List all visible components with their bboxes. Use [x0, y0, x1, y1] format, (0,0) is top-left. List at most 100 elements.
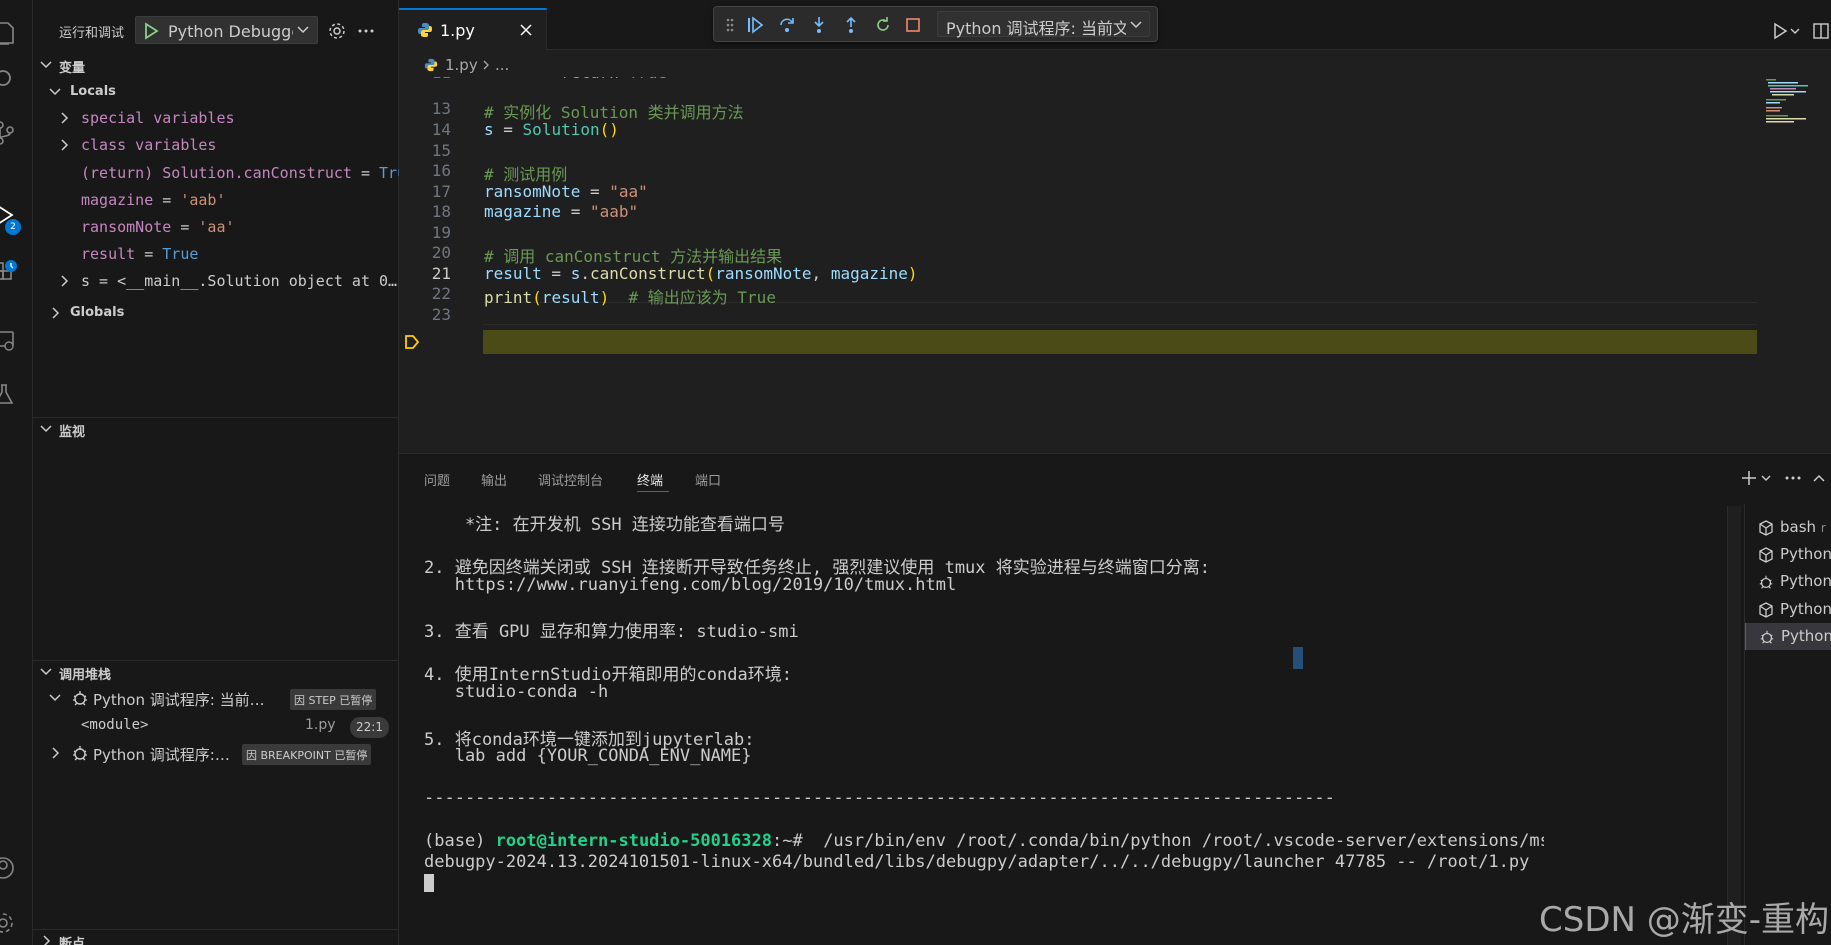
run-debug-icon[interactable]: 2: [0, 199, 33, 235]
open-launch-json-gear-icon[interactable]: [326, 20, 348, 42]
variable-group-special[interactable]: special variables: [33, 105, 399, 132]
code-line: s = Solution(): [484, 120, 619, 139]
terminal-list-item-selected[interactable]: Python: [1745, 623, 1831, 650]
continue-icon[interactable]: [745, 15, 765, 35]
prompt-path: :~#: [772, 831, 803, 851]
tab-label: 1.py: [440, 21, 475, 40]
chevron-down-icon[interactable]: [1788, 20, 1802, 42]
tab-1-py[interactable]: 1.py: [399, 8, 547, 50]
status-text: 因 BREAKPOINT 已暂停: [246, 749, 368, 762]
terminal-name: Python: [1780, 572, 1831, 590]
drag-handle-icon[interactable]: [720, 15, 740, 35]
tab-ports[interactable]: 端口: [695, 470, 721, 489]
variable-value: 'aab': [180, 191, 226, 209]
search-icon[interactable]: [0, 63, 33, 97]
locals-scope[interactable]: Locals: [33, 81, 399, 103]
chevron-down-icon: [40, 425, 52, 433]
terminal-icon: [1759, 547, 1773, 563]
debug-toolbar-header: 运行和调试 Python Debugger: [33, 10, 399, 50]
variable-return-value[interactable]: (return) Solution.canConstruct = True: [33, 160, 399, 187]
testing-icon[interactable]: [0, 378, 33, 412]
frame-position-badge: 22:1: [350, 717, 389, 738]
accounts-icon[interactable]: [0, 851, 33, 885]
step-out-icon[interactable]: [841, 15, 861, 35]
more-actions-icon[interactable]: [355, 20, 377, 42]
line-number: 21: [431, 264, 451, 283]
watch-section-label: 监视: [59, 425, 86, 440]
tab-debug-console[interactable]: 调试控制台: [538, 470, 603, 489]
variable-name: magazine: [81, 191, 154, 209]
new-terminal-icon[interactable]: [1740, 468, 1758, 488]
tab-terminal[interactable]: 终端: [637, 470, 663, 489]
step-over-icon[interactable]: [777, 15, 797, 35]
python-file-icon: [424, 58, 438, 72]
terminal-line: https://www.ruanyifeng.com/blog/2019/10/…: [424, 575, 957, 595]
variable-name: (return) Solution.canConstruct: [81, 164, 352, 182]
chevron-down-icon: [40, 61, 52, 69]
terminal-scrollbar[interactable]: [1727, 506, 1741, 945]
terminal-line: *注: 在开发机 SSH 连接功能查看端口号: [424, 515, 785, 535]
terminal-list: bash r Python Python Python Python: [1744, 504, 1831, 945]
terminal[interactable]: *注: 在开发机 SSH 连接功能查看端口号 2. 避免因终端关闭或 SSH 连…: [424, 506, 1544, 945]
globals-scope[interactable]: Globals: [33, 302, 399, 324]
breadcrumb-file[interactable]: 1.py: [445, 56, 478, 74]
call-stack-section-header[interactable]: 调用堆栈: [33, 660, 399, 683]
more-actions-icon[interactable]: [1784, 468, 1802, 488]
line-number: 17: [431, 182, 451, 201]
variable-name: s: [81, 272, 91, 290]
variable-result[interactable]: result = True: [33, 241, 399, 268]
split-editor-icon[interactable]: [1810, 20, 1831, 42]
terminal-name: Python: [1780, 600, 1831, 618]
chevron-right-icon: [43, 935, 51, 945]
code-editor[interactable]: 11 return True 13 # 实例化 Solution 类并调用方法 …: [399, 77, 1831, 453]
chevron-down-icon: [49, 88, 61, 96]
stop-icon[interactable]: [903, 15, 923, 35]
start-debugging-icon[interactable]: [142, 22, 160, 40]
line-number: 15: [431, 141, 451, 160]
watch-section-header[interactable]: 监视: [33, 417, 399, 440]
restart-icon[interactable]: [873, 15, 893, 35]
settings-gear-icon[interactable]: [0, 906, 33, 940]
call-stack-thread[interactable]: Python 调试程序:… 因 BREAKPOINT 已暂停: [33, 740, 399, 767]
explorer-icon[interactable]: [0, 16, 33, 50]
terminal-list-item[interactable]: bash r: [1745, 514, 1831, 541]
run-debug-sidebar: 运行和调试 Python Debugger 变量 Locals special …: [33, 0, 399, 945]
step-into-icon[interactable]: [809, 15, 829, 35]
breadcrumb-symbol[interactable]: ...: [495, 56, 509, 74]
call-stack-frame[interactable]: <module> 1.py 22:1: [33, 713, 399, 740]
chevron-right-icon: [52, 307, 60, 319]
variable-s[interactable]: s = <__main__.Solution object at 0…: [33, 268, 399, 295]
close-icon[interactable]: [518, 22, 534, 38]
terminal-list-item[interactable]: Python: [1745, 541, 1831, 568]
source-control-icon[interactable]: [0, 116, 33, 150]
tab-output[interactable]: 输出: [481, 470, 507, 489]
terminal-list-item[interactable]: Python: [1745, 568, 1831, 595]
terminal-name: bash r: [1780, 518, 1826, 536]
variables-section-header[interactable]: 变量: [33, 54, 399, 76]
variable-group-class[interactable]: class variables: [33, 132, 399, 159]
chevron-down-icon[interactable]: [1760, 468, 1772, 488]
pause-reason-badge: 因 BREAKPOINT 已暂停: [242, 744, 372, 765]
call-stack-thread[interactable]: Python 调试程序: 当前… 因 STEP 已暂停: [33, 685, 399, 712]
chevron-right-icon: [61, 112, 69, 124]
chevron-right-icon: [61, 139, 69, 151]
globals-label: Globals: [70, 305, 125, 320]
frame-file: 1.py: [305, 717, 336, 733]
debug-config-select[interactable]: Python Debugger: [135, 16, 318, 44]
remote-explorer-icon[interactable]: [0, 324, 33, 358]
breakpoints-section-label: 断点: [59, 937, 86, 945]
breakpoints-section-header[interactable]: 断点: [33, 929, 399, 945]
watermark: CSDN @渐变-重构: [1539, 900, 1830, 940]
variable-magazine[interactable]: magazine = 'aab': [33, 187, 399, 214]
minimap[interactable]: [1764, 77, 1831, 137]
variable-ransomnote[interactable]: ransomNote = 'aa': [33, 214, 399, 241]
terminal-list-item[interactable]: Python: [1745, 596, 1831, 623]
line-number: 11: [399, 77, 451, 82]
debug-session-select[interactable]: Python 调试程序: 当前文件: [937, 11, 1150, 38]
prompt-env: (base): [424, 831, 496, 851]
extensions-icon[interactable]: [0, 256, 33, 290]
prompt-command: /usr/bin/env /root/.conda/bin/python /ro…: [802, 831, 1544, 851]
chevron-up-icon[interactable]: [1812, 468, 1826, 488]
line-number: 19: [431, 223, 451, 242]
tab-problems[interactable]: 问题: [424, 470, 450, 489]
